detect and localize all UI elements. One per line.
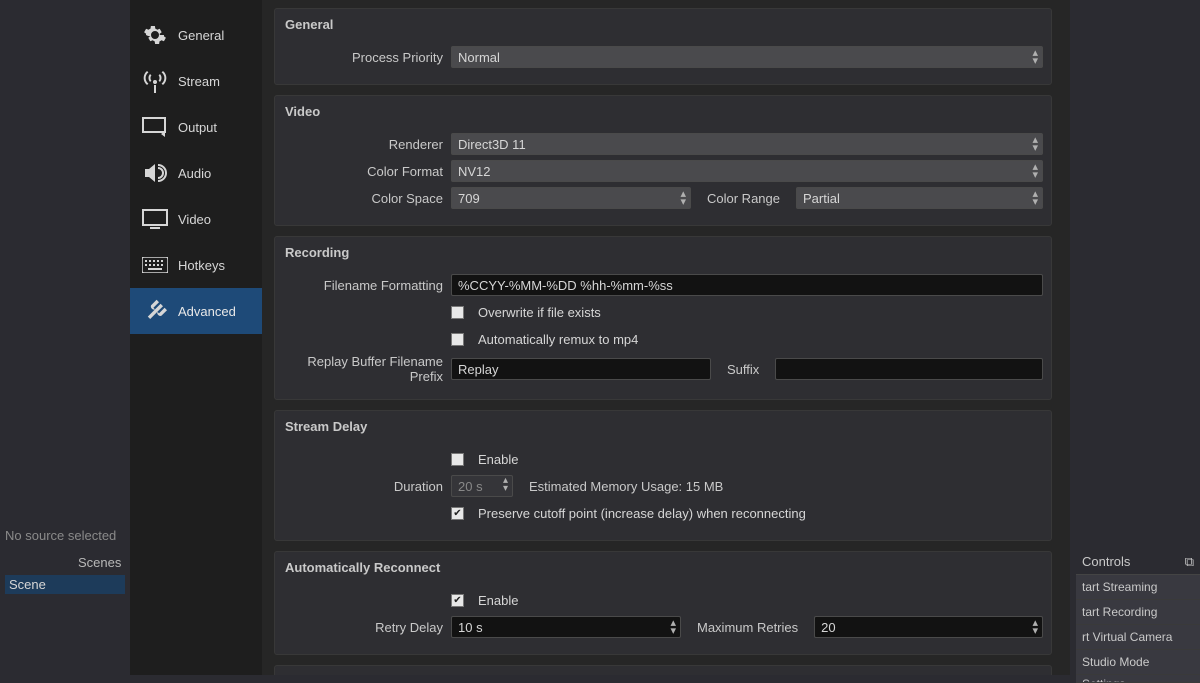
sidebar-item-label: Video xyxy=(178,212,211,227)
controls-dock: Controls ⧉ tart Streaming tart Recording… xyxy=(1076,550,1200,683)
chevron-updown-icon: ▴▾ xyxy=(1032,619,1038,635)
replay-prefix-input[interactable]: Replay xyxy=(451,358,711,380)
retry-delay-value: 10 s xyxy=(458,620,483,635)
color-format-select[interactable]: NV12 ▴▾ xyxy=(451,160,1043,182)
stream-delay-title: Stream Delay xyxy=(275,411,1051,444)
sidebar-item-label: General xyxy=(178,28,224,43)
controls-header: Controls ⧉ xyxy=(1076,550,1200,575)
settings-content: General Process Priority Normal ▴▾ Video… xyxy=(262,0,1070,675)
stream-delay-enable-label: Enable xyxy=(478,452,518,467)
color-space-value: 709 xyxy=(458,191,480,206)
chevron-updown-icon: ▴▾ xyxy=(1032,163,1038,179)
color-format-label: Color Format xyxy=(283,164,451,179)
suffix-label: Suffix xyxy=(719,362,767,377)
monitor-icon xyxy=(142,208,168,230)
auto-reconnect-section: Automatically Reconnect Enable Retry Del… xyxy=(274,551,1052,655)
max-retries-value: 20 xyxy=(821,620,835,635)
start-virtual-camera-button[interactable]: rt Virtual Camera xyxy=(1076,625,1200,650)
settings-sidebar: General Stream Output Audio Video Hotkey… xyxy=(130,0,262,675)
preserve-cutoff-label: Preserve cutoff point (increase delay) w… xyxy=(478,506,806,521)
color-range-value: Partial xyxy=(803,191,840,206)
chevron-updown-icon: ▴▾ xyxy=(1032,190,1038,206)
color-space-label: Color Space xyxy=(283,191,451,206)
retry-delay-label: Retry Delay xyxy=(283,620,451,635)
duration-spinbox[interactable]: 20 s ▴▾ xyxy=(451,475,513,497)
sidebar-item-advanced[interactable]: Advanced xyxy=(130,288,262,334)
output-icon xyxy=(142,116,168,138)
speaker-icon xyxy=(142,162,168,184)
auto-reconnect-enable-checkbox[interactable] xyxy=(451,594,464,607)
process-priority-label: Process Priority xyxy=(283,50,451,65)
memory-usage-label: Estimated Memory Usage: 15 MB xyxy=(521,479,731,494)
sidebar-item-video[interactable]: Video xyxy=(130,196,262,242)
chevron-updown-icon: ▴▾ xyxy=(1032,49,1038,65)
recording-section: Recording Filename Formatting %CCYY-%MM-… xyxy=(274,236,1052,400)
chevron-updown-icon: ▴▾ xyxy=(680,190,686,206)
chevron-updown-icon: ▴▾ xyxy=(670,619,676,635)
auto-reconnect-title: Automatically Reconnect xyxy=(275,552,1051,585)
recording-section-title: Recording xyxy=(275,237,1051,270)
chevron-updown-icon: ▴▾ xyxy=(1032,136,1038,152)
settings-dialog: General Stream Output Audio Video Hotkey… xyxy=(130,0,1070,675)
sidebar-item-label: Stream xyxy=(178,74,220,89)
color-format-value: NV12 xyxy=(458,164,491,179)
scenes-panel-header: Scenes xyxy=(78,555,121,570)
renderer-label: Renderer xyxy=(283,137,451,152)
sidebar-item-stream[interactable]: Stream xyxy=(130,58,262,104)
filename-formatting-input[interactable]: %CCYY-%MM-%DD %hh-%mm-%ss xyxy=(451,274,1043,296)
color-range-select[interactable]: Partial ▴▾ xyxy=(796,187,1043,209)
overwrite-label: Overwrite if file exists xyxy=(478,305,601,320)
stream-delay-enable-checkbox[interactable] xyxy=(451,453,464,466)
start-recording-button[interactable]: tart Recording xyxy=(1076,600,1200,625)
renderer-value: Direct3D 11 xyxy=(458,137,526,152)
gear-icon xyxy=(142,24,168,46)
tools-icon xyxy=(142,300,168,322)
sidebar-item-label: Output xyxy=(178,120,217,135)
process-priority-select[interactable]: Normal ▴▾ xyxy=(451,46,1043,68)
sidebar-item-general[interactable]: General xyxy=(130,12,262,58)
antenna-icon xyxy=(142,70,168,92)
process-priority-value: Normal xyxy=(458,50,500,65)
max-retries-spinbox[interactable]: 20 ▴▾ xyxy=(814,616,1043,638)
sidebar-item-label: Audio xyxy=(178,166,211,181)
no-source-selected-label: No source selected xyxy=(5,528,116,543)
video-section: Video Renderer Direct3D 11 ▴▾ Color Forma… xyxy=(274,95,1052,226)
color-space-select[interactable]: 709 ▴▾ xyxy=(451,187,691,209)
remux-label: Automatically remux to mp4 xyxy=(478,332,638,347)
duration-value: 20 s xyxy=(458,479,483,494)
general-section-title: General xyxy=(275,9,1051,42)
stream-delay-section: Stream Delay Enable Duration 20 s ▴▾ Esti… xyxy=(274,410,1052,541)
sidebar-item-label: Advanced xyxy=(178,304,236,319)
start-streaming-button[interactable]: tart Streaming xyxy=(1076,575,1200,600)
chevron-updown-icon: ▴▾ xyxy=(503,477,508,493)
controls-header-label: Controls xyxy=(1082,554,1130,570)
general-section: General Process Priority Normal ▴▾ xyxy=(274,8,1052,85)
suffix-input[interactable] xyxy=(775,358,1043,380)
network-section: Network Bind to IP Default▴▾ xyxy=(274,665,1052,675)
duration-label: Duration xyxy=(283,479,451,494)
renderer-select[interactable]: Direct3D 11 ▴▾ xyxy=(451,133,1043,155)
replay-prefix-value: Replay xyxy=(458,362,498,377)
scene-list-item[interactable]: Scene xyxy=(5,575,125,594)
network-title: Network xyxy=(275,666,1051,675)
video-section-title: Video xyxy=(275,96,1051,129)
max-retries-label: Maximum Retries xyxy=(689,620,806,635)
sidebar-item-label: Hotkeys xyxy=(178,258,225,273)
keyboard-icon xyxy=(142,254,168,276)
sidebar-item-audio[interactable]: Audio xyxy=(130,150,262,196)
filename-formatting-label: Filename Formatting xyxy=(283,278,451,293)
preserve-cutoff-checkbox[interactable] xyxy=(451,507,464,520)
sidebar-item-output[interactable]: Output xyxy=(130,104,262,150)
overwrite-checkbox[interactable] xyxy=(451,306,464,319)
remux-checkbox[interactable] xyxy=(451,333,464,346)
color-range-label: Color Range xyxy=(699,191,788,206)
auto-reconnect-enable-label: Enable xyxy=(478,593,518,608)
filename-formatting-value: %CCYY-%MM-%DD %hh-%mm-%ss xyxy=(458,278,673,293)
replay-prefix-label: Replay Buffer Filename Prefix xyxy=(283,354,451,384)
retry-delay-spinbox[interactable]: 10 s ▴▾ xyxy=(451,616,681,638)
studio-mode-button[interactable]: Studio Mode xyxy=(1076,650,1200,675)
dock-popout-icon[interactable]: ⧉ xyxy=(1185,554,1194,570)
settings-button-bg[interactable]: Settings xyxy=(1076,675,1200,683)
sidebar-item-hotkeys[interactable]: Hotkeys xyxy=(130,242,262,288)
